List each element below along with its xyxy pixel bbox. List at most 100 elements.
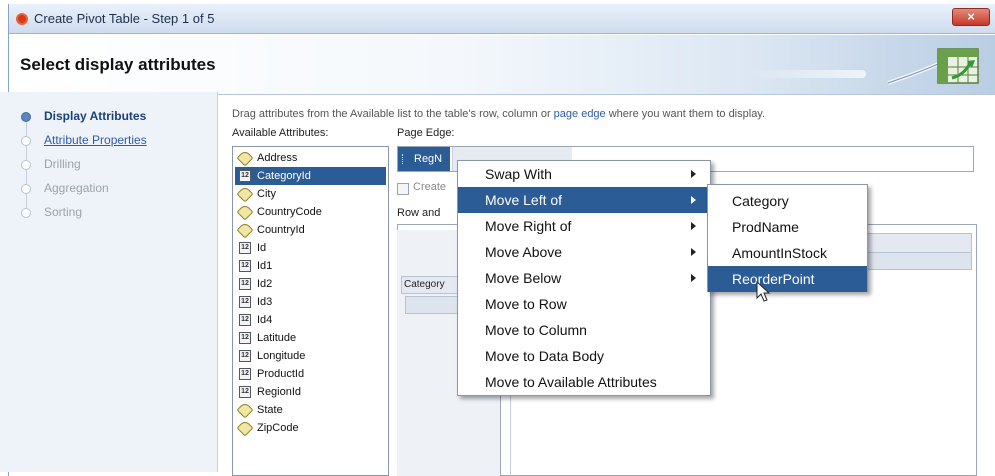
- attribute-label: City: [257, 188, 276, 200]
- attribute-label: Longitude: [257, 350, 306, 362]
- menu-item-label: Move to Available Attributes: [485, 374, 657, 390]
- step-sorting: Sorting: [44, 205, 83, 219]
- attribute-label: CategoryId: [257, 170, 311, 182]
- mouse-cursor-icon: [756, 281, 771, 302]
- number-icon: 12: [239, 170, 251, 182]
- menu-item[interactable]: Move to Column: [458, 317, 710, 343]
- step-display-attributes[interactable]: Display Attributes: [44, 109, 146, 123]
- attribute-label: Id3: [257, 296, 273, 308]
- attribute-item[interactable]: 12 CategoryId: [235, 167, 386, 185]
- menu-item-label: Move to Column: [485, 322, 587, 338]
- submenu-arrow-icon: [691, 170, 696, 178]
- menu-item-label: Move Below: [485, 270, 562, 286]
- header-title: Select display attributes: [20, 55, 216, 74]
- wizard-train: Display Attributes Attribute Properties …: [0, 92, 218, 472]
- attribute-item[interactable]: City: [235, 185, 386, 203]
- move-left-submenu: Category ProdName AmountInStock ReorderPoin…: [707, 184, 868, 292]
- attribute-item[interactable]: 12 ProductId: [235, 365, 386, 383]
- attribute-label: ProductId: [257, 368, 305, 380]
- submenu-item[interactable]: ReorderPoint: [708, 266, 867, 292]
- tag-icon: [236, 419, 254, 437]
- instruction-text: Drag attributes from the Available list …: [232, 108, 765, 120]
- attribute-item[interactable]: 12 Id4: [235, 311, 386, 329]
- header-swoosh: [746, 70, 866, 78]
- step-drilling: Drilling: [44, 157, 81, 171]
- attribute-label: Id4: [257, 314, 273, 326]
- app-icon: [16, 13, 28, 25]
- window-title: Create Pivot Table - Step 1 of 5: [34, 11, 215, 26]
- menu-item[interactable]: Move Right of: [458, 213, 710, 239]
- attribute-item[interactable]: ZipCode: [235, 419, 386, 437]
- attribute-item[interactable]: 12 Id2: [235, 275, 386, 293]
- menu-item[interactable]: Swap With: [458, 161, 710, 187]
- menu-item-label: Move Above: [485, 244, 563, 260]
- attribute-label: Id2: [257, 278, 273, 290]
- create-checkbox-label: Create: [413, 181, 447, 193]
- attribute-label: Id1: [257, 260, 273, 272]
- tag-icon: [236, 185, 254, 203]
- close-button[interactable]: ×: [952, 8, 990, 26]
- menu-item[interactable]: Move Above: [458, 239, 710, 265]
- page-edge-attribute-chip[interactable]: RegN: [398, 147, 450, 171]
- attribute-label: CountryCode: [257, 206, 322, 218]
- page-edge-label: Page Edge:: [397, 127, 455, 139]
- instruction-prefix: Drag attributes from the Available list …: [232, 108, 554, 120]
- step-aggregation: Aggregation: [44, 181, 109, 195]
- step-dot-icon: [21, 136, 31, 146]
- menu-item-label: Move Left of: [485, 192, 563, 208]
- attribute-item[interactable]: 12 Id3: [235, 293, 386, 311]
- menu-item[interactable]: Move to Available Attributes: [458, 369, 710, 395]
- menu-item[interactable]: Move Below: [458, 265, 710, 291]
- submenu-item[interactable]: ProdName: [708, 214, 867, 240]
- attribute-item[interactable]: 12 Longitude: [235, 347, 386, 365]
- menu-item-label: Move to Data Body: [485, 348, 605, 364]
- menu-item[interactable]: Move to Data Body: [458, 343, 710, 369]
- attribute-item[interactable]: 12 RegionId: [235, 383, 386, 401]
- page-edge-link[interactable]: page edge: [554, 108, 606, 120]
- context-menu: Swap With Move Left of Move Right of Move A…: [457, 160, 711, 396]
- menu-item[interactable]: Move Left of: [458, 187, 710, 213]
- create-checkbox[interactable]: [397, 183, 409, 195]
- tag-icon: [236, 401, 254, 419]
- menu-item-label: Move to Row: [485, 296, 567, 312]
- attribute-label: CountryId: [257, 224, 305, 236]
- menu-item[interactable]: Move to Row: [458, 291, 710, 317]
- submenu-item-label: Category: [732, 193, 789, 209]
- number-icon: 12: [239, 278, 251, 290]
- attribute-label: RegionId: [257, 386, 302, 398]
- submenu-item-label: ProdName: [732, 219, 799, 235]
- menu-item-label: Move Right of: [485, 218, 572, 234]
- submenu-item-label: AmountInStock: [732, 245, 827, 261]
- attribute-label: State: [257, 404, 283, 416]
- row-and-column-label: Row and: [397, 207, 441, 219]
- attribute-item[interactable]: CountryCode: [235, 203, 386, 221]
- attribute-item[interactable]: 12 Id: [235, 239, 386, 257]
- number-icon: 12: [239, 350, 251, 362]
- menu-item-label: Swap With: [485, 166, 552, 182]
- tag-icon: [236, 149, 254, 167]
- tag-icon: [236, 221, 254, 239]
- submenu-arrow-icon: [691, 222, 696, 230]
- instruction-suffix: where you want them to display.: [605, 108, 766, 120]
- attribute-item[interactable]: State: [235, 401, 386, 419]
- grip-icon: [402, 154, 404, 164]
- step-dot-icon: [21, 208, 31, 218]
- attribute-item[interactable]: CountryId: [235, 221, 386, 239]
- submenu-item[interactable]: AmountInStock: [708, 240, 867, 266]
- available-attributes-list[interactable]: Address 12 CategoryId City CountryCode Countr…: [232, 146, 389, 476]
- attribute-item[interactable]: 12 Latitude: [235, 329, 386, 347]
- chip-label: RegN: [414, 153, 443, 165]
- attribute-label: Latitude: [257, 332, 297, 344]
- attribute-label: ZipCode: [257, 422, 299, 434]
- attribute-label: Id: [257, 242, 267, 254]
- number-icon: 12: [239, 260, 251, 272]
- submenu-item[interactable]: Category: [708, 188, 867, 214]
- attribute-item[interactable]: 12 Id1: [235, 257, 386, 275]
- attribute-item[interactable]: Address: [235, 149, 386, 167]
- submenu-arrow-icon: [691, 274, 696, 282]
- submenu-arrow-icon: [691, 196, 696, 204]
- step-attribute-properties[interactable]: Attribute Properties: [44, 133, 147, 147]
- submenu-item-label: ReorderPoint: [732, 271, 815, 287]
- submenu-arrow-icon: [691, 248, 696, 256]
- number-icon: 12: [239, 332, 251, 344]
